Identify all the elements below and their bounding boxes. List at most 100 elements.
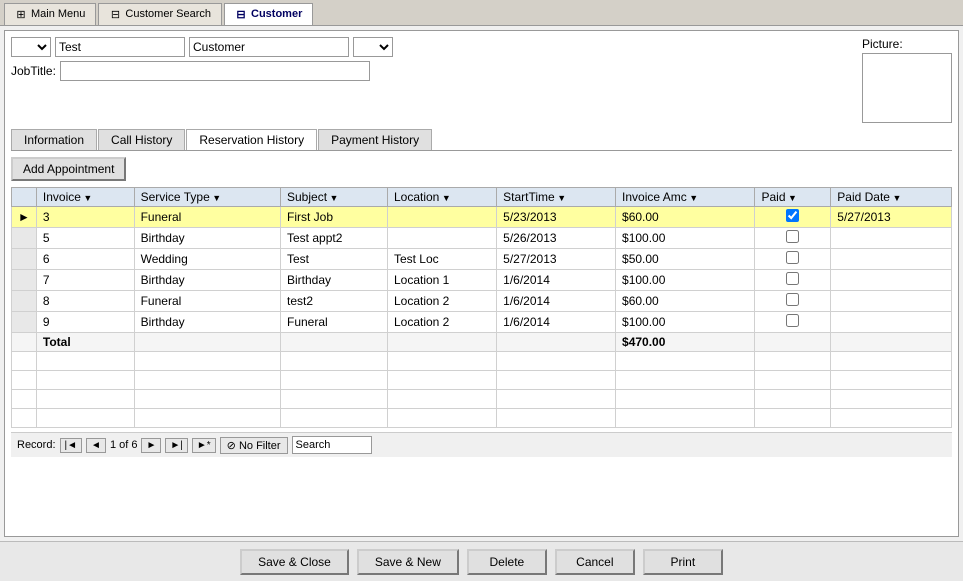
delete-button[interactable]: Delete bbox=[467, 549, 547, 575]
save-close-button[interactable]: Save & Close bbox=[240, 549, 349, 575]
col-start-time[interactable]: StartTime bbox=[497, 188, 616, 207]
add-appointment-button[interactable]: Add Appointment bbox=[11, 157, 126, 181]
nav-next-button[interactable]: ► bbox=[141, 438, 161, 453]
total-label: Total bbox=[36, 333, 134, 352]
total-empty-cell bbox=[831, 333, 952, 352]
cell-start-time: 1/6/2014 bbox=[497, 312, 616, 333]
empty-cell bbox=[497, 371, 616, 390]
filter-icon: ⊘ bbox=[227, 440, 236, 452]
tab-customer-search[interactable]: ⊟ Customer Search bbox=[98, 3, 222, 25]
suffix-dropdown[interactable] bbox=[353, 37, 393, 57]
cell-invoice-amount: $100.00 bbox=[616, 312, 755, 333]
cell-paid[interactable] bbox=[755, 207, 831, 228]
cell-subject: First Job bbox=[281, 207, 388, 228]
cell-paid[interactable] bbox=[755, 312, 831, 333]
empty-cell bbox=[12, 371, 37, 390]
table-row[interactable]: ►3FuneralFirst Job5/23/2013$60.005/27/20… bbox=[12, 207, 952, 228]
paid-checkbox[interactable] bbox=[786, 251, 799, 264]
tab-bar: ⊞ Main Menu ⊟ Customer Search ⊟ Customer bbox=[0, 0, 963, 26]
empty-cell bbox=[616, 409, 755, 428]
tab-reservation-history[interactable]: Reservation History bbox=[186, 129, 317, 150]
cell-location: Location 2 bbox=[387, 291, 496, 312]
first-name-input[interactable] bbox=[55, 37, 185, 57]
row-indicator: ► bbox=[12, 207, 37, 228]
no-filter-button[interactable]: ⊘ No Filter bbox=[220, 437, 288, 454]
jobtitle-label: JobTitle: bbox=[11, 64, 56, 78]
cell-paid-date bbox=[831, 312, 952, 333]
col-subject[interactable]: Subject bbox=[281, 188, 388, 207]
save-new-button[interactable]: Save & New bbox=[357, 549, 459, 575]
empty-cell bbox=[12, 352, 37, 371]
empty-cell bbox=[616, 371, 755, 390]
nav-first-button[interactable]: |◄ bbox=[60, 438, 83, 453]
cell-service-type: Wedding bbox=[134, 249, 280, 270]
col-invoice-amount[interactable]: Invoice Amc bbox=[616, 188, 755, 207]
cell-paid[interactable] bbox=[755, 228, 831, 249]
name-row bbox=[11, 37, 842, 57]
tab-main-menu[interactable]: ⊞ Main Menu bbox=[4, 3, 96, 25]
empty-cell bbox=[36, 390, 134, 409]
cell-start-time: 1/6/2014 bbox=[497, 270, 616, 291]
cell-service-type: Birthday bbox=[134, 312, 280, 333]
empty-cell bbox=[755, 409, 831, 428]
cell-invoice-amount: $60.00 bbox=[616, 291, 755, 312]
tab-payment-history[interactable]: Payment History bbox=[318, 129, 432, 150]
prefix-dropdown[interactable] bbox=[11, 37, 51, 57]
col-location[interactable]: Location bbox=[387, 188, 496, 207]
empty-cell bbox=[281, 371, 388, 390]
empty-cell bbox=[36, 352, 134, 371]
paid-checkbox[interactable] bbox=[786, 272, 799, 285]
last-name-input[interactable] bbox=[189, 37, 349, 57]
empty-cell bbox=[831, 409, 952, 428]
cell-subject: Test appt2 bbox=[281, 228, 388, 249]
empty-cell bbox=[616, 390, 755, 409]
cell-subject: Funeral bbox=[281, 312, 388, 333]
search-input[interactable] bbox=[292, 436, 372, 454]
table-row[interactable]: 5BirthdayTest appt25/26/2013$100.00 bbox=[12, 228, 952, 249]
nav-last-button[interactable]: ►| bbox=[165, 438, 188, 453]
paid-checkbox[interactable] bbox=[786, 230, 799, 243]
picture-box: Picture: bbox=[862, 37, 952, 123]
table-row[interactable]: 9BirthdayFuneralLocation 21/6/2014$100.0… bbox=[12, 312, 952, 333]
main-menu-icon: ⊞ bbox=[15, 8, 27, 20]
cancel-button[interactable]: Cancel bbox=[555, 549, 635, 575]
table-row[interactable]: 8Funeraltest2Location 21/6/2014$60.00 bbox=[12, 291, 952, 312]
cell-location: Test Loc bbox=[387, 249, 496, 270]
cell-start-time: 5/23/2013 bbox=[497, 207, 616, 228]
empty-cell bbox=[134, 409, 280, 428]
col-paid-date[interactable]: Paid Date bbox=[831, 188, 952, 207]
empty-cell bbox=[497, 352, 616, 371]
jobtitle-input[interactable] bbox=[60, 61, 370, 81]
empty-cell bbox=[281, 409, 388, 428]
nav-new-button[interactable]: ►* bbox=[192, 438, 216, 453]
picture-area bbox=[862, 53, 952, 123]
empty-row bbox=[12, 390, 952, 409]
cell-invoice: 9 bbox=[36, 312, 134, 333]
total-amount: $470.00 bbox=[616, 333, 755, 352]
table-row[interactable]: 6WeddingTestTest Loc5/27/2013$50.00 bbox=[12, 249, 952, 270]
cell-invoice-amount: $100.00 bbox=[616, 270, 755, 291]
paid-checkbox[interactable] bbox=[786, 209, 799, 222]
col-invoice[interactable]: Invoice bbox=[36, 188, 134, 207]
customer-search-icon: ⊟ bbox=[109, 8, 121, 20]
cell-paid[interactable] bbox=[755, 270, 831, 291]
cell-subject: Birthday bbox=[281, 270, 388, 291]
tab-call-history[interactable]: Call History bbox=[98, 129, 185, 150]
table-row[interactable]: 7BirthdayBirthdayLocation 11/6/2014$100.… bbox=[12, 270, 952, 291]
empty-cell bbox=[134, 371, 280, 390]
empty-cell bbox=[497, 390, 616, 409]
tab-information[interactable]: Information bbox=[11, 129, 97, 150]
paid-checkbox[interactable] bbox=[786, 293, 799, 306]
paid-checkbox[interactable] bbox=[786, 314, 799, 327]
cell-paid[interactable] bbox=[755, 249, 831, 270]
cell-start-time: 1/6/2014 bbox=[497, 291, 616, 312]
col-service-type[interactable]: Service Type bbox=[134, 188, 280, 207]
print-button[interactable]: Print bbox=[643, 549, 723, 575]
cell-paid[interactable] bbox=[755, 291, 831, 312]
cell-invoice: 3 bbox=[36, 207, 134, 228]
empty-cell bbox=[134, 352, 280, 371]
cell-invoice: 7 bbox=[36, 270, 134, 291]
nav-prev-button[interactable]: ◄ bbox=[86, 438, 106, 453]
tab-customer[interactable]: ⊟ Customer bbox=[224, 3, 313, 25]
col-paid[interactable]: Paid bbox=[755, 188, 831, 207]
